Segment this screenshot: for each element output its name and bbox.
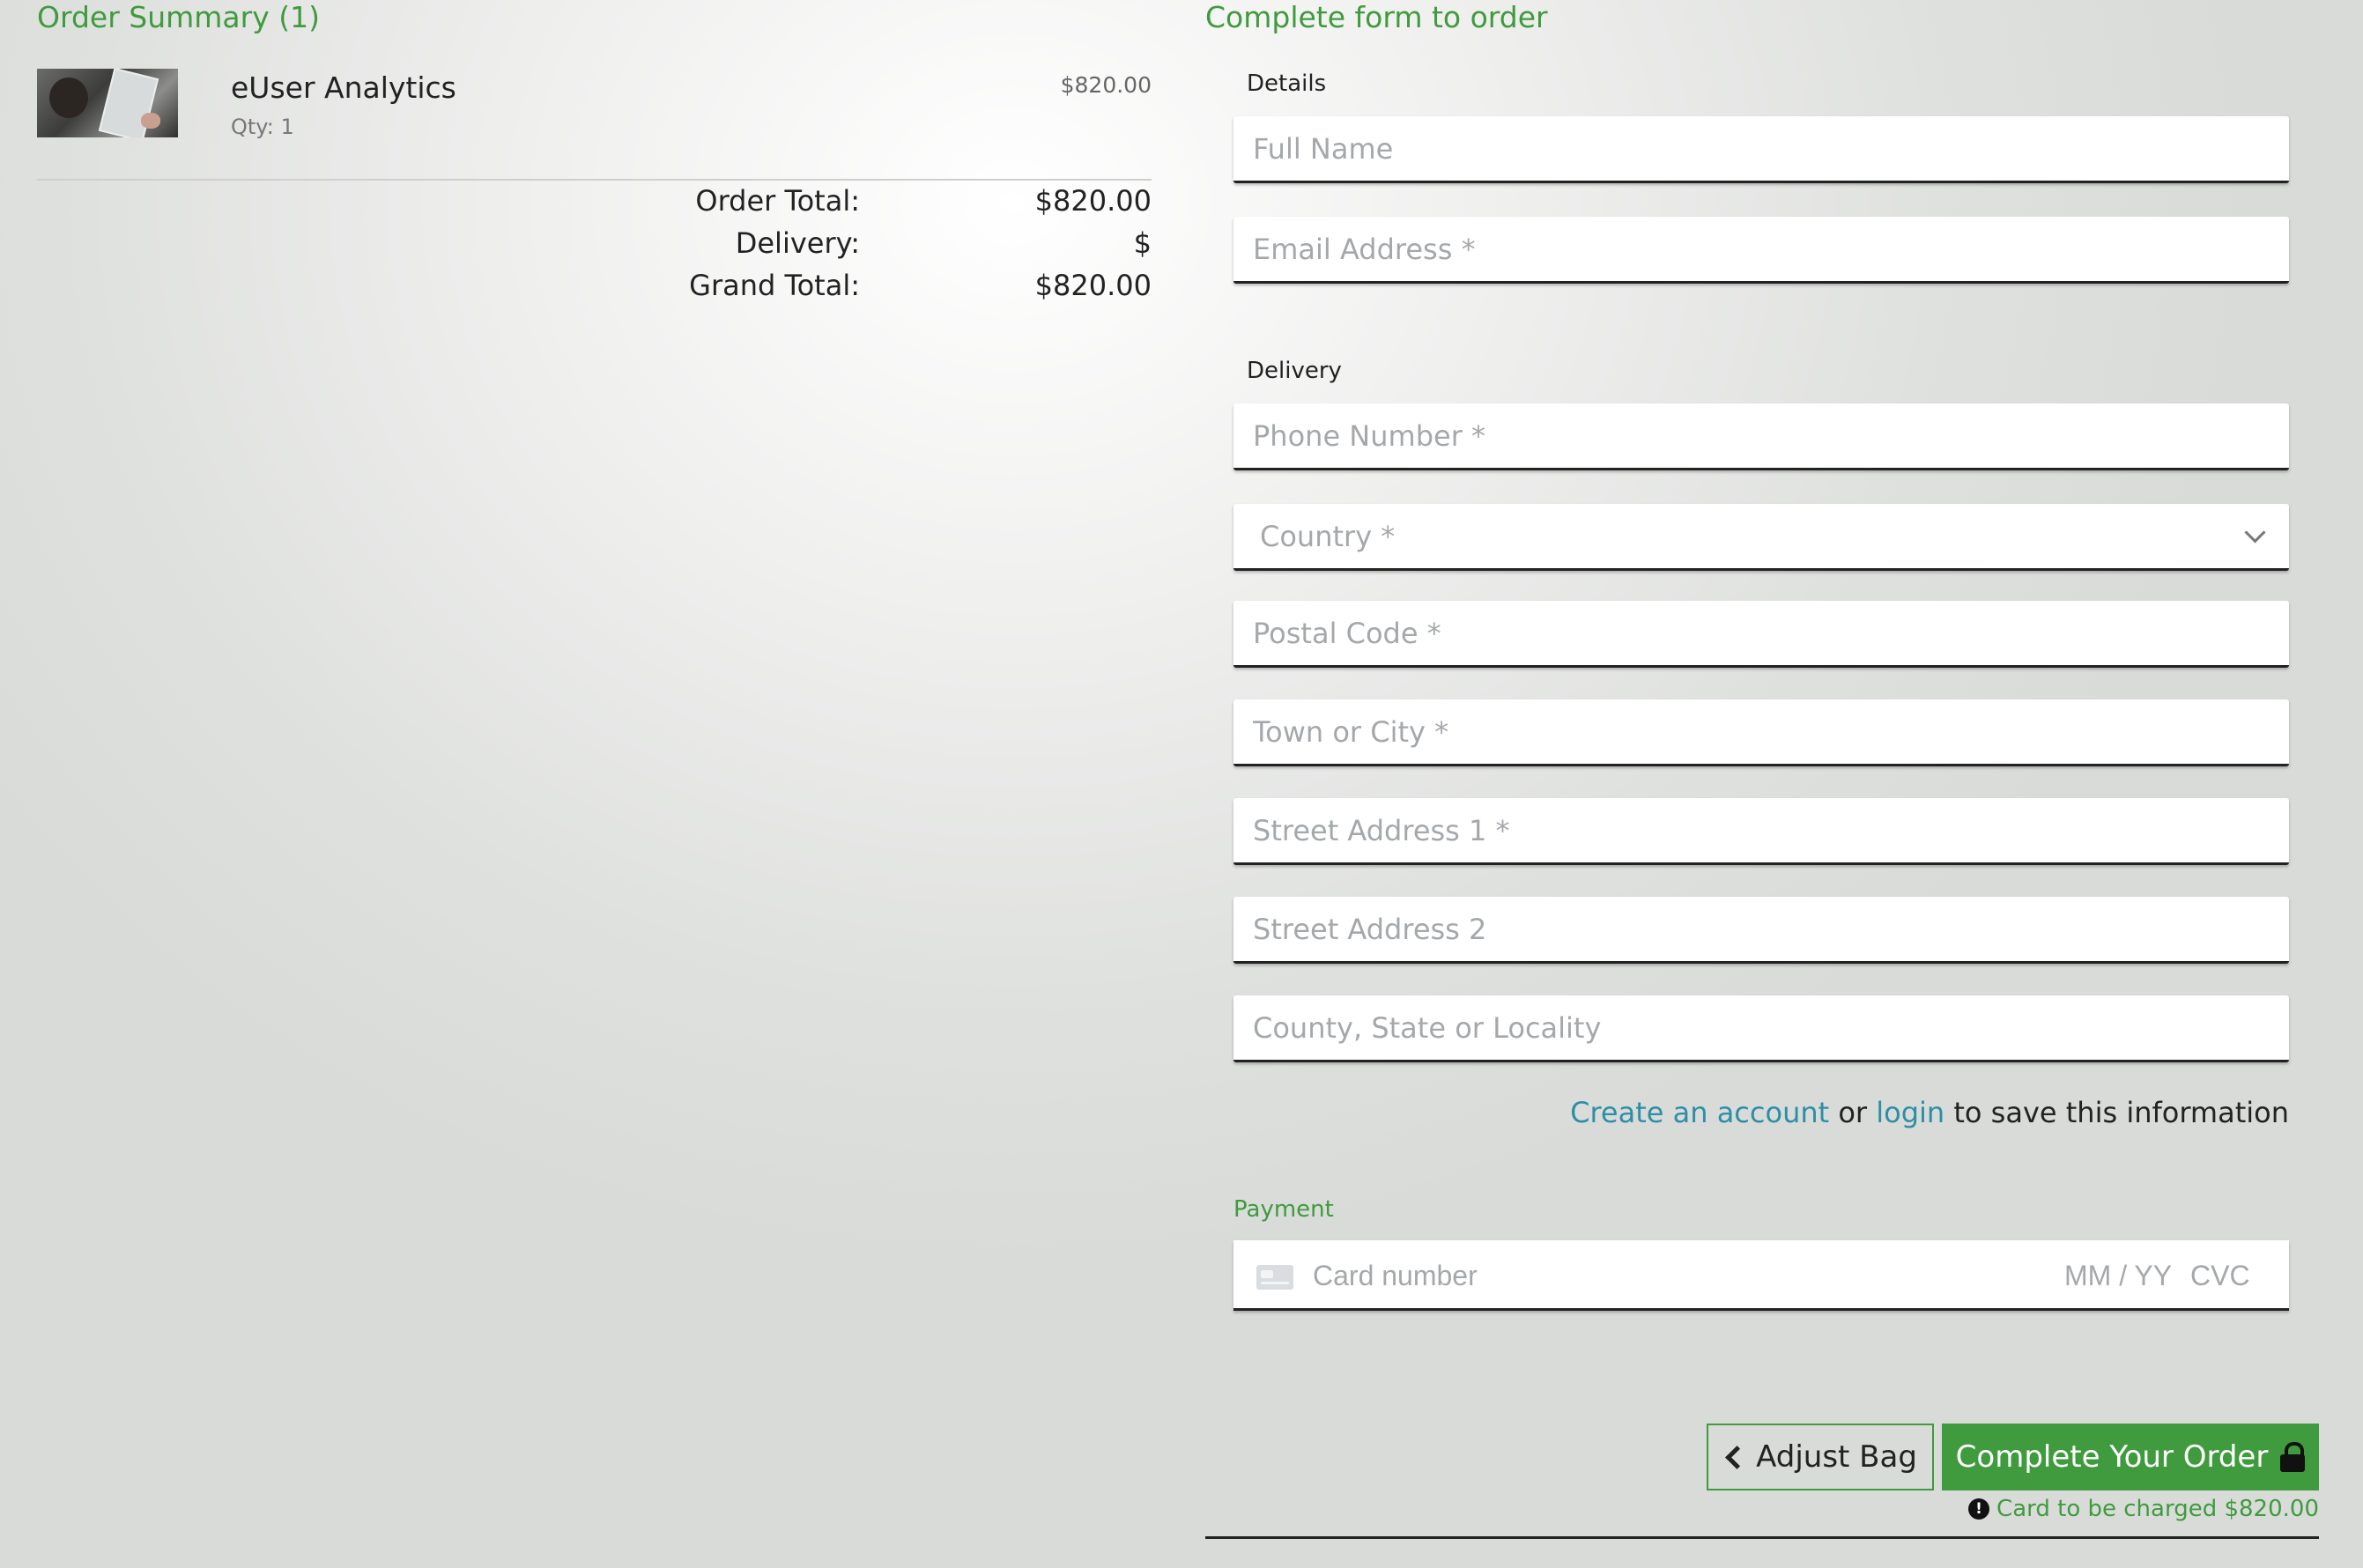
product-name: eUser Analytics bbox=[231, 70, 456, 105]
adjust-bag-button[interactable]: Adjust Bag bbox=[1707, 1424, 1934, 1490]
order-total-value: $820.00 bbox=[1034, 184, 1152, 218]
complete-order-button[interactable]: Complete Your Order bbox=[1942, 1424, 2319, 1490]
grand-total-label: Grand Total: bbox=[689, 269, 860, 302]
payment-label: Payment bbox=[1233, 1196, 1334, 1223]
grand-total-value: $820.00 bbox=[1034, 269, 1152, 302]
save-info-line: Create an account or login to save this … bbox=[1233, 1096, 2289, 1129]
adjust-bag-label: Adjust Bag bbox=[1756, 1439, 1917, 1475]
delivery-label: Delivery: bbox=[735, 226, 860, 260]
product-thumbnail bbox=[37, 69, 178, 137]
product-qty: Qty: 1 bbox=[231, 115, 294, 139]
card-cvc-field[interactable]: CVC bbox=[2190, 1260, 2250, 1292]
phone-input[interactable] bbox=[1233, 403, 2289, 470]
card-element[interactable]: Card number MM / YY CVC bbox=[1233, 1240, 2289, 1311]
country-select[interactable]: Country * bbox=[1233, 504, 2289, 571]
order-summary-title: Order Summary (1) bbox=[37, 0, 320, 34]
charge-note-text: Card to be charged $820.00 bbox=[1996, 1496, 2319, 1522]
credit-card-icon bbox=[1256, 1265, 1293, 1290]
country-select-value: Country * bbox=[1260, 519, 1396, 553]
street-address-1-input[interactable] bbox=[1233, 798, 2289, 865]
card-number-field[interactable]: Card number bbox=[1313, 1260, 1478, 1292]
email-input[interactable] bbox=[1233, 217, 2289, 284]
save-info-suffix: to save this information bbox=[1944, 1096, 2289, 1129]
delivery-section-label: Delivery bbox=[1247, 358, 1342, 384]
street-address-2-input[interactable] bbox=[1233, 897, 2289, 964]
full-name-input[interactable] bbox=[1233, 116, 2289, 183]
delivery-value: $ bbox=[1133, 226, 1152, 260]
form-title: Complete form to order bbox=[1205, 0, 1548, 34]
order-total-label: Order Total: bbox=[695, 184, 860, 218]
lock-icon bbox=[2280, 1442, 2306, 1472]
form-bottom-divider bbox=[1205, 1536, 2319, 1539]
login-link[interactable]: login bbox=[1876, 1096, 1944, 1129]
info-circle-icon: ! bbox=[1968, 1498, 1990, 1520]
charge-note: ! Card to be charged $820.00 bbox=[1968, 1496, 2319, 1522]
chevron-down-icon bbox=[2244, 521, 2266, 544]
county-state-input[interactable] bbox=[1233, 995, 2289, 1062]
details-label: Details bbox=[1247, 70, 1327, 97]
product-price: $820.00 bbox=[1060, 72, 1152, 98]
complete-order-label: Complete Your Order bbox=[1955, 1439, 2269, 1475]
postal-code-input[interactable] bbox=[1233, 601, 2289, 668]
save-info-or: or bbox=[1829, 1096, 1877, 1129]
chevron-left-icon bbox=[1725, 1445, 1750, 1469]
town-city-input[interactable] bbox=[1233, 699, 2289, 766]
card-expiry-field[interactable]: MM / YY bbox=[2064, 1260, 2172, 1292]
create-account-link[interactable]: Create an account bbox=[1570, 1096, 1829, 1129]
